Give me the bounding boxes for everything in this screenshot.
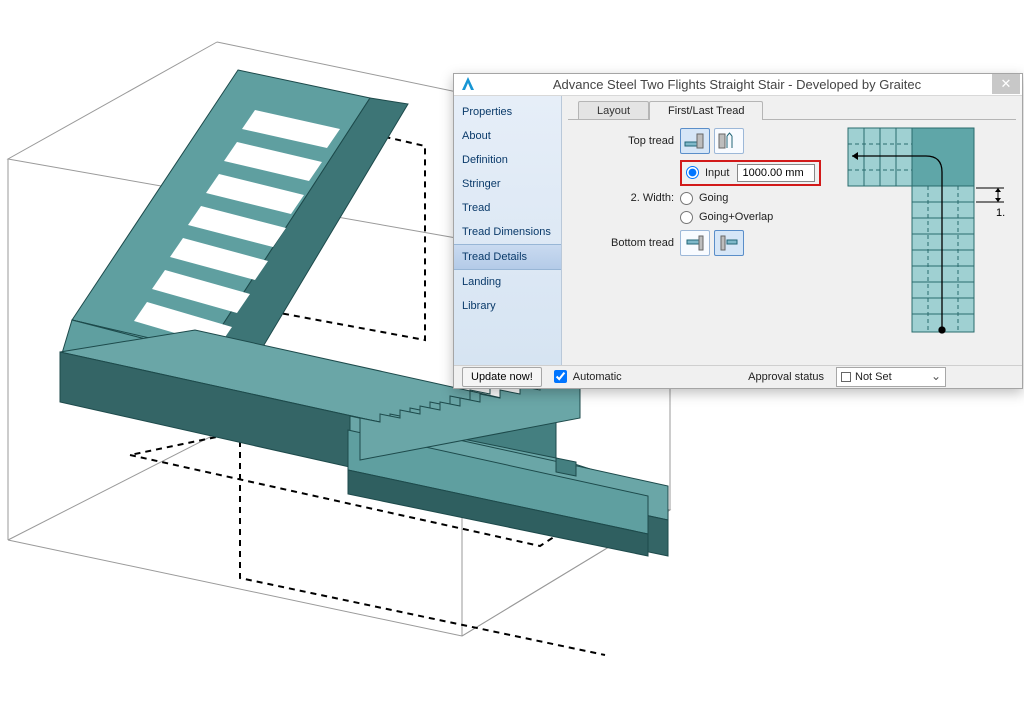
sidebar-item-properties[interactable]: Properties xyxy=(454,100,561,124)
approval-status-value: Not Set xyxy=(855,371,892,383)
automatic-checkbox-control[interactable] xyxy=(554,370,567,383)
top-tread-option-1[interactable] xyxy=(680,128,710,154)
label-bottom-tread: Bottom tread xyxy=(572,237,680,249)
radio-going-overlap-label: Going+Overlap xyxy=(699,211,773,223)
dim-1-label: 1. xyxy=(996,207,1005,219)
sidebar-item-landing[interactable]: Landing xyxy=(454,270,561,294)
plan-diagram: 1. xyxy=(846,126,1010,346)
tab-panel: Top tread Input xyxy=(568,119,1016,365)
radio-going[interactable]: Going xyxy=(680,192,728,205)
sidebar-item-definition[interactable]: Definition xyxy=(454,148,561,172)
top-tread-option-2[interactable] xyxy=(714,128,744,154)
sidebar-item-tread-dimensions[interactable]: Tread Dimensions xyxy=(454,220,561,244)
bottom-tread-option-2[interactable] xyxy=(714,230,744,256)
dialog-title: Advance Steel Two Flights Straight Stair… xyxy=(482,77,992,92)
automatic-label: Automatic xyxy=(573,371,622,383)
bottom-tread-option-1[interactable] xyxy=(680,230,710,256)
tab-first-last-tread[interactable]: First/Last Tread xyxy=(649,101,763,120)
sidebar-item-library[interactable]: Library xyxy=(454,294,561,318)
approval-status-label: Approval status xyxy=(748,371,824,383)
dialog-titlebar[interactable]: Advance Steel Two Flights Straight Stair… xyxy=(454,74,1022,96)
radio-input[interactable]: Input xyxy=(686,166,729,179)
radio-going-label: Going xyxy=(699,192,728,204)
automatic-checkbox[interactable]: Automatic xyxy=(550,367,622,386)
input-highlight: Input xyxy=(680,160,821,186)
close-button[interactable]: ✕ xyxy=(992,74,1020,94)
dialog-footer: Update now! Automatic Approval status No… xyxy=(454,365,1022,388)
label-width: 2. Width: xyxy=(572,192,680,204)
label-top-tread: Top tread xyxy=(572,135,680,147)
approval-swatch xyxy=(841,372,851,382)
radio-going-overlap-control[interactable] xyxy=(680,211,693,224)
dialog-main: Layout First/Last Tread Top tread xyxy=(562,96,1022,365)
radio-input-control[interactable] xyxy=(686,166,699,179)
approval-status-select[interactable]: Not Set xyxy=(836,367,946,387)
sidebar-item-tread[interactable]: Tread xyxy=(454,196,561,220)
dialog-body: Properties About Definition Stringer Tre… xyxy=(454,96,1022,365)
radio-going-control[interactable] xyxy=(680,192,693,205)
tab-bar: Layout First/Last Tread xyxy=(578,100,1016,119)
dialog-sidebar: Properties About Definition Stringer Tre… xyxy=(454,96,562,365)
radio-going-overlap[interactable]: Going+Overlap xyxy=(680,211,773,224)
sidebar-item-tread-details[interactable]: Tread Details xyxy=(454,244,561,270)
sidebar-item-about[interactable]: About xyxy=(454,124,561,148)
tab-layout[interactable]: Layout xyxy=(578,101,649,120)
stair-properties-dialog: Advance Steel Two Flights Straight Stair… xyxy=(453,73,1023,389)
update-now-button[interactable]: Update now! xyxy=(462,367,542,387)
sidebar-item-stringer[interactable]: Stringer xyxy=(454,172,561,196)
app-icon xyxy=(460,76,476,92)
radio-input-label: Input xyxy=(705,167,729,179)
width-input-field[interactable] xyxy=(737,164,815,182)
